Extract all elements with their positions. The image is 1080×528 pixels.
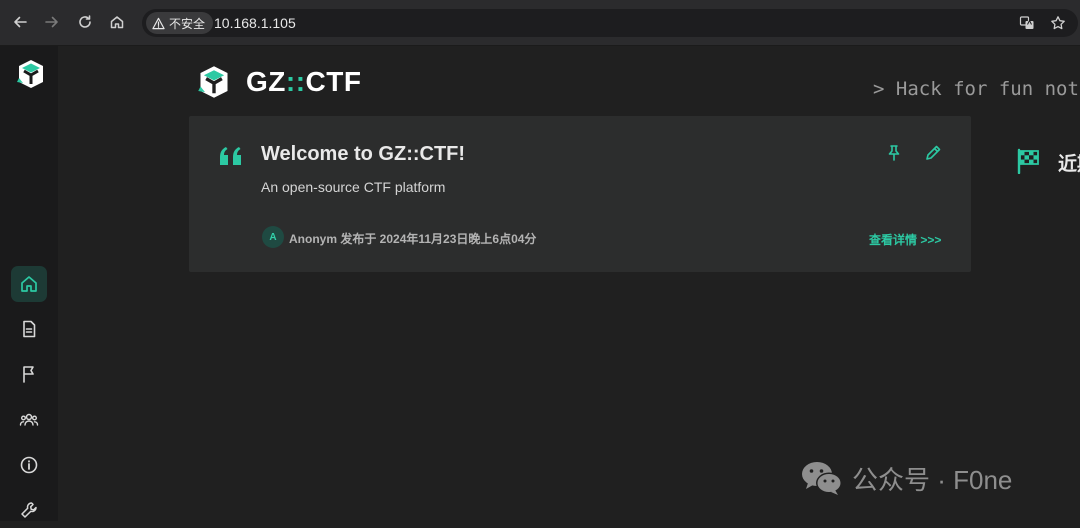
- address-bar[interactable]: 不安全 10.168.1.105: [142, 9, 1078, 37]
- gzctf-logo[interactable]: [15, 58, 47, 90]
- info-icon: [20, 456, 38, 474]
- users-icon: [19, 413, 39, 426]
- star-icon[interactable]: [1049, 14, 1067, 32]
- post-summary: An open-source CTF platform: [261, 179, 446, 195]
- pin-icon: [888, 145, 900, 161]
- flag-icon: [23, 366, 34, 383]
- pencil-icon: [926, 145, 941, 160]
- post-date: 发布于 2024年11月23日晚上6点04分: [340, 232, 537, 246]
- home-icon[interactable]: [107, 12, 127, 32]
- view-details-link[interactable]: 查看详情 >>>: [869, 231, 941, 248]
- edit-button[interactable]: [922, 142, 944, 164]
- post-card[interactable]: Welcome to GZ::CTF! An open-source CTF p…: [189, 116, 971, 272]
- recent-section-title: 近期: [1058, 154, 1080, 175]
- wechat-icon: [802, 462, 842, 495]
- post-meta: Anonym 发布于 2024年11月23日晚上6点04分: [289, 230, 536, 247]
- sidebar-item-games[interactable]: [11, 356, 47, 392]
- brand: GZ::CTF: [196, 64, 361, 100]
- reload-icon[interactable]: [75, 12, 95, 32]
- security-chip[interactable]: 不安全: [146, 12, 214, 34]
- post-author: Anonym: [289, 232, 337, 246]
- sidebar-item-posts[interactable]: [11, 311, 47, 347]
- security-label: 不安全: [169, 16, 206, 31]
- gzctf-logo: [198, 66, 228, 98]
- author-avatar: A: [262, 226, 284, 248]
- sidebar-item-about[interactable]: [11, 447, 47, 483]
- sidebar-item-teams[interactable]: [11, 402, 47, 438]
- pin-button[interactable]: [883, 142, 905, 164]
- slogan: > Hack for fun not: [873, 78, 1079, 100]
- forward-icon[interactable]: [42, 12, 62, 32]
- checkered-flag-icon: [1017, 148, 1039, 174]
- watermark-text: 公众号 · F0ne: [852, 464, 1013, 495]
- sidebar-item-home[interactable]: [11, 266, 47, 302]
- quote-icon: [220, 147, 241, 165]
- document-icon: [23, 320, 36, 338]
- watermark: 公众号 · F0ne: [800, 459, 1012, 497]
- back-icon[interactable]: [10, 12, 30, 32]
- url-text[interactable]: 10.168.1.105: [214, 15, 296, 31]
- sidebar-item-admin[interactable]: [11, 492, 47, 528]
- post-title[interactable]: Welcome to GZ::CTF!: [261, 143, 465, 166]
- home-icon: [21, 276, 37, 292]
- brand-name: GZ::CTF: [246, 66, 362, 97]
- sidebar: [0, 46, 58, 521]
- browser-toolbar: 不安全 10.168.1.105: [0, 0, 1080, 46]
- translate-icon[interactable]: [1018, 14, 1036, 32]
- warning-icon: [152, 17, 165, 29]
- wrench-icon: [21, 502, 37, 518]
